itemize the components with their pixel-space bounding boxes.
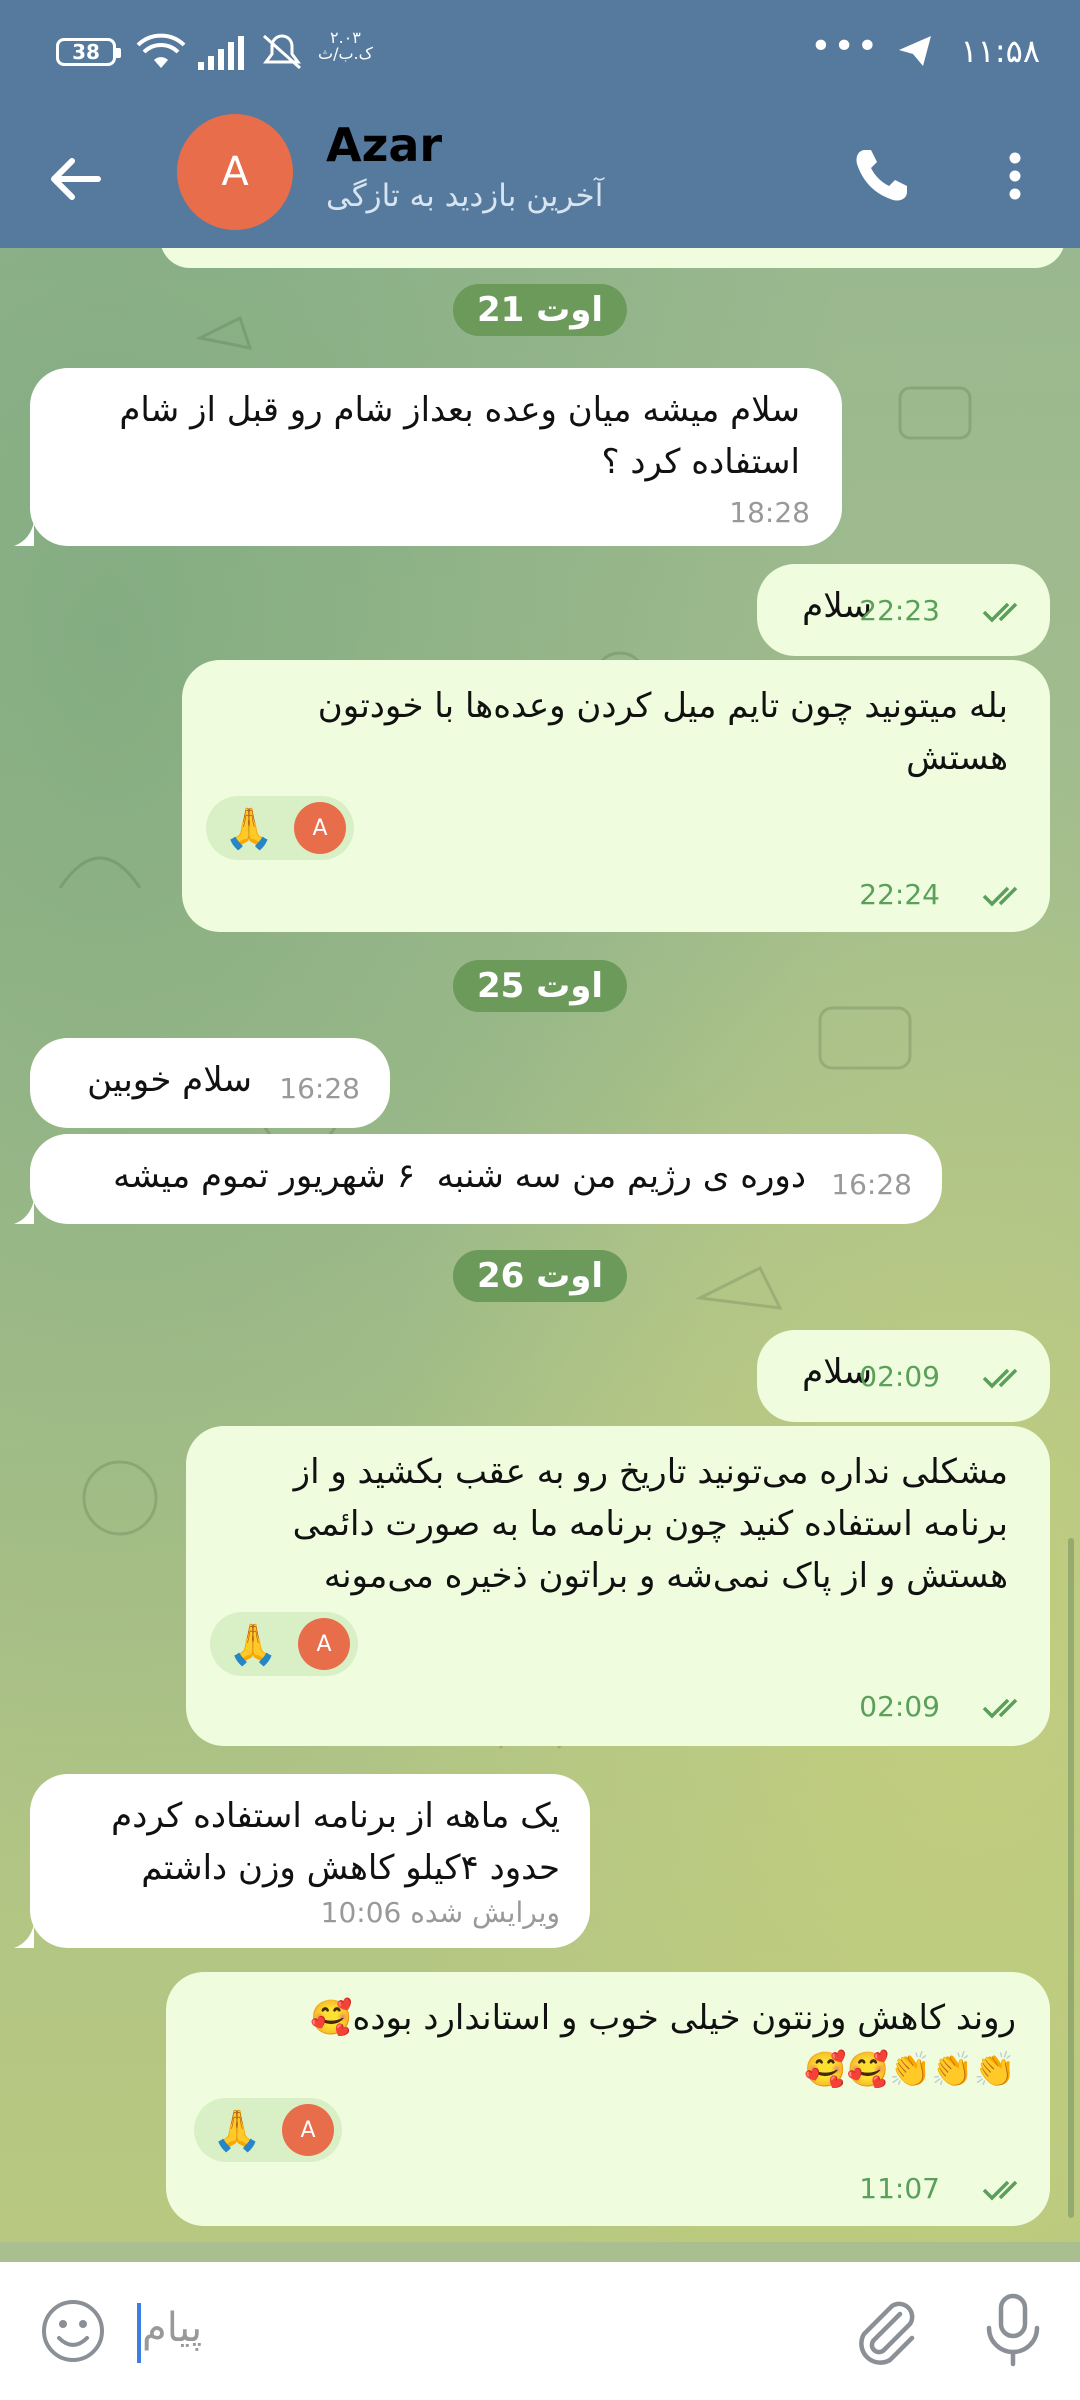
message-time: 11:07 bbox=[859, 2172, 940, 2205]
read-checks-icon bbox=[982, 2180, 1018, 2201]
read-checks-icon bbox=[982, 886, 1018, 907]
incoming-message-bubble[interactable]: دوره ی رژیم من سه شنبه ۶ شهریور تموم میش… bbox=[30, 1134, 942, 1224]
scrollbar[interactable] bbox=[1068, 1538, 1074, 2218]
message-input[interactable]: پیام bbox=[142, 2305, 202, 2351]
message-time: 02:09 bbox=[859, 1690, 940, 1723]
reaction-avatar: A bbox=[298, 1618, 350, 1670]
alarm-off-icon bbox=[263, 34, 301, 70]
message-text: سلام خوبین bbox=[87, 1060, 252, 1100]
status-bar: 38 ۲.۰۳ ک.ب/ث ••• ۱۱:۵۸ bbox=[0, 0, 1080, 110]
pray-emoji: 🙏 bbox=[212, 2107, 262, 2154]
phone-icon[interactable] bbox=[845, 140, 917, 212]
message-text: روند کاهش وزنتون خیلی خوب و استاندارد بو… bbox=[310, 1998, 1016, 2090]
message-time: 22:23 bbox=[859, 594, 940, 627]
battery-level: 38 bbox=[72, 40, 100, 64]
message-text: یک ماهه از برنامه استفاده کردم حدود ۴کیل… bbox=[111, 1796, 560, 1888]
avatar[interactable]: A bbox=[177, 114, 293, 230]
network-speed-unit: ک.ب/ث bbox=[318, 44, 373, 63]
emoji-icon[interactable] bbox=[38, 2296, 108, 2366]
message-text: سلام میشه میان وعده بعداز شام رو قبل از … bbox=[119, 390, 800, 482]
text-cursor bbox=[137, 2303, 141, 2363]
message-time: 02:09 bbox=[859, 1360, 940, 1393]
date-separator: 21 اوت bbox=[452, 284, 628, 336]
last-seen-status: آخرین بازدید به تازگی bbox=[326, 178, 604, 214]
network-speed: ۲.۰۳ ک.ب/ث bbox=[318, 30, 373, 62]
bubble-tail bbox=[14, 522, 34, 546]
arrow-left-icon[interactable] bbox=[40, 143, 112, 215]
more-vertical-icon[interactable] bbox=[985, 140, 1045, 212]
reaction-avatar: A bbox=[282, 2104, 334, 2156]
read-checks-icon bbox=[982, 1698, 1018, 1719]
microphone-icon[interactable] bbox=[975, 2290, 1051, 2370]
incoming-message-bubble[interactable]: سلام خوبین 16:28 bbox=[30, 1038, 390, 1128]
date-separator: 25 اوت bbox=[452, 960, 628, 1012]
reaction-badge[interactable]: 🙏 A bbox=[210, 1612, 358, 1676]
message-time: 16:28 bbox=[279, 1072, 360, 1105]
outgoing-message-bubble[interactable]: مشکلی نداره می‌تونید تاریخ رو به عقب بکش… bbox=[186, 1426, 1050, 1746]
outgoing-message-bubble[interactable]: سلام 02:09 bbox=[757, 1330, 1050, 1422]
clock: ۱۱:۵۸ bbox=[960, 32, 1040, 70]
message-time: 16:28 bbox=[831, 1168, 912, 1201]
chat-title[interactable]: Azar bbox=[326, 118, 442, 172]
message-time: 18:28 bbox=[729, 496, 810, 529]
signal-icon bbox=[198, 36, 244, 70]
reaction-badge[interactable]: 🙏 A bbox=[206, 796, 354, 860]
message-time: 22:24 bbox=[859, 878, 940, 911]
bubble-tail bbox=[14, 1924, 34, 1948]
incoming-message-bubble[interactable]: یک ماهه از برنامه استفاده کردم حدود ۴کیل… bbox=[30, 1774, 590, 1948]
date-separator: 26 اوت bbox=[452, 1250, 628, 1302]
chat-area[interactable]: 21 اوت سلام میشه میان وعده بعداز شام رو … bbox=[0, 248, 1080, 2242]
more-notifications-icon: ••• bbox=[810, 26, 880, 67]
message-time: ویرایش شده 10:06 bbox=[320, 1896, 560, 1929]
incoming-message-bubble[interactable]: سلام میشه میان وعده بعداز شام رو قبل از … bbox=[30, 368, 842, 546]
wifi-icon bbox=[136, 33, 186, 68]
previous-message-bubble bbox=[160, 248, 1065, 268]
message-text: مشکلی نداره می‌تونید تاریخ رو به عقب بکش… bbox=[292, 1452, 1008, 1596]
paperclip-icon[interactable] bbox=[848, 2292, 924, 2368]
message-text: دوره ی رژیم من سه شنبه ۶ شهریور تموم میش… bbox=[113, 1156, 806, 1196]
outgoing-message-bubble[interactable]: بله میتونید چون تایم میل کردن وعده‌ها با… bbox=[182, 660, 1050, 932]
bubble-tail bbox=[14, 1200, 34, 1224]
pray-emoji: 🙏 bbox=[228, 1621, 278, 1668]
pray-emoji: 🙏 bbox=[224, 805, 274, 852]
outgoing-message-bubble[interactable]: سلام 22:23 bbox=[757, 564, 1050, 656]
reaction-avatar: A bbox=[294, 802, 346, 854]
telegram-icon bbox=[899, 36, 931, 66]
outgoing-message-bubble[interactable]: روند کاهش وزنتون خیلی خوب و استاندارد بو… bbox=[166, 1972, 1050, 2226]
read-checks-icon bbox=[982, 1368, 1018, 1389]
read-checks-icon bbox=[982, 602, 1018, 623]
reaction-badge[interactable]: 🙏 A bbox=[194, 2098, 342, 2162]
battery-indicator: 38 bbox=[56, 38, 121, 66]
message-text: بله میتونید چون تایم میل کردن وعده‌ها با… bbox=[317, 686, 1008, 778]
